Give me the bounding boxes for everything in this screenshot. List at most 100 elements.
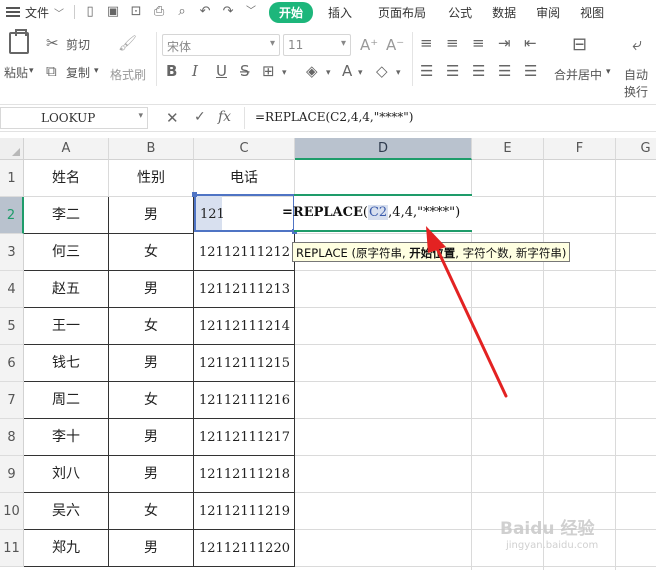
copy-icon[interactable]: ⧉ <box>46 62 57 80</box>
cell-c1[interactable]: 电话 <box>194 160 295 197</box>
cell-a6[interactable]: 钱七 <box>24 345 109 382</box>
align-right-icon[interactable]: ☰ <box>472 62 485 80</box>
paste-button[interactable]: 粘贴 <box>4 64 28 81</box>
column-header-e[interactable]: E <box>472 138 544 160</box>
cut-button[interactable]: 剪切 <box>66 36 90 53</box>
row-header-8[interactable]: 8 <box>0 419 24 456</box>
italic-button[interactable]: I <box>192 62 198 80</box>
column-header-b[interactable]: B <box>109 138 194 160</box>
cell-b10[interactable]: 女 <box>109 493 194 530</box>
formula-input[interactable]: =REPLACE(C2,4,4,"****") <box>244 107 656 129</box>
confirm-icon[interactable]: ✓ <box>194 109 206 125</box>
tab-data[interactable]: 数据 <box>483 4 525 21</box>
cell-editor[interactable]: =REPLACE(C2,4,4,"****") <box>282 205 460 220</box>
font-size-select[interactable]: 11 ▾ <box>283 34 351 56</box>
eraser-icon[interactable]: ◇ <box>376 62 388 80</box>
cell-b9[interactable]: 男 <box>109 456 194 493</box>
tab-review[interactable]: 审阅 <box>527 4 569 21</box>
cell-a10[interactable]: 吴六 <box>24 493 109 530</box>
tab-insert[interactable]: 插入 <box>319 4 361 21</box>
cell-b7[interactable]: 女 <box>109 382 194 419</box>
border-icon[interactable]: ⊞ <box>262 62 275 80</box>
cell-c6[interactable]: 12112111215 <box>194 345 295 382</box>
new-file-icon[interactable]: ▯ <box>83 5 97 19</box>
undo-icon[interactable]: ↶ <box>198 5 212 19</box>
bold-button[interactable]: B <box>166 62 177 80</box>
column-header-d[interactable]: D <box>295 138 472 160</box>
print-preview-icon[interactable]: ⌕ <box>175 5 189 19</box>
cell-a8[interactable]: 李十 <box>24 419 109 456</box>
tab-view[interactable]: 视图 <box>571 4 613 21</box>
cell-b4[interactable]: 男 <box>109 271 194 308</box>
cell-a2[interactable]: 李二 <box>24 197 109 234</box>
chevron-down-icon[interactable]: ▾ <box>358 64 363 82</box>
cancel-icon[interactable]: ✕ <box>166 109 179 127</box>
align-center-icon[interactable]: ☰ <box>446 62 459 80</box>
cell-c9[interactable]: 12112111218 <box>194 456 295 493</box>
cell-a5[interactable]: 王一 <box>24 308 109 345</box>
distribute-icon[interactable]: ☰ <box>524 62 537 80</box>
cell-a1[interactable]: 姓名 <box>24 160 109 197</box>
paste-icon[interactable] <box>9 29 29 54</box>
print-icon[interactable]: ⎙ <box>152 5 166 19</box>
cell-a7[interactable]: 周二 <box>24 382 109 419</box>
row-header-5[interactable]: 5 <box>0 308 24 345</box>
wrap-text-button[interactable]: 自动换行 <box>624 66 656 100</box>
row-header-6[interactable]: 6 <box>0 345 24 382</box>
cell-b8[interactable]: 男 <box>109 419 194 456</box>
cell-b6[interactable]: 男 <box>109 345 194 382</box>
export-icon[interactable]: ⊡ <box>129 5 143 19</box>
row-header-11[interactable]: 11 <box>0 530 24 567</box>
row-header-10[interactable]: 10 <box>0 493 24 530</box>
strikethrough-icon[interactable]: S̶ <box>240 62 250 80</box>
row-header-4[interactable]: 4 <box>0 271 24 308</box>
align-top-icon[interactable]: ≡ <box>420 34 433 52</box>
cell-a9[interactable]: 刘八 <box>24 456 109 493</box>
merge-center-button[interactable]: 合并居中 <box>554 66 602 83</box>
indent-icon[interactable]: ⇥ <box>498 34 511 52</box>
font-name-select[interactable]: 宋体 ▾ <box>162 34 280 56</box>
column-header-a[interactable]: A <box>24 138 109 160</box>
scissors-icon[interactable]: ✂ <box>46 34 59 52</box>
cell-b1[interactable]: 性别 <box>109 160 194 197</box>
chevron-down-icon[interactable]: ﹀ <box>244 5 258 19</box>
name-box[interactable]: LOOKUP ▾ <box>0 107 148 129</box>
merge-center-icon[interactable]: ⊟ <box>572 36 587 54</box>
cell-b2[interactable]: 男 <box>109 197 194 234</box>
cell-c5[interactable]: 12112111214 <box>194 308 295 345</box>
redo-icon[interactable]: ↷ <box>221 5 235 19</box>
cell-a3[interactable]: 何三 <box>24 234 109 271</box>
cell-a11[interactable]: 郑九 <box>24 530 109 567</box>
chevron-down-icon[interactable]: ﹀ <box>54 5 64 20</box>
cell-b5[interactable]: 女 <box>109 308 194 345</box>
chevron-down-icon[interactable]: ▾ <box>138 111 143 121</box>
tab-formulas[interactable]: 公式 <box>439 4 481 21</box>
chevron-down-icon[interactable]: ▾ <box>29 66 34 76</box>
cell-b3[interactable]: 女 <box>109 234 194 271</box>
chevron-down-icon[interactable]: ▾ <box>396 64 401 82</box>
chevron-down-icon[interactable]: ▾ <box>606 67 611 77</box>
row-header-7[interactable]: 7 <box>0 382 24 419</box>
justify-icon[interactable]: ☰ <box>498 62 511 80</box>
tab-home[interactable]: 开始 <box>269 1 314 23</box>
chevron-down-icon[interactable]: ▾ <box>94 66 99 76</box>
format-painter-icon[interactable]: 🖌 <box>118 34 137 52</box>
cell-c10[interactable]: 12112111219 <box>194 493 295 530</box>
increase-font-icon[interactable]: A⁺ <box>360 36 378 54</box>
file-menu[interactable]: 文件 <box>25 4 49 21</box>
row-header-1[interactable]: 1 <box>0 160 24 197</box>
column-header-g[interactable]: G <box>616 138 656 160</box>
format-painter-button[interactable]: 格式刷 <box>110 66 146 83</box>
chevron-down-icon[interactable]: ▾ <box>326 64 331 82</box>
row-header-3[interactable]: 3 <box>0 234 24 271</box>
wrap-text-icon[interactable]: ⤶ <box>632 36 642 54</box>
align-left-icon[interactable]: ☰ <box>420 62 433 80</box>
underline-button[interactable]: U <box>216 62 227 80</box>
align-middle-icon[interactable]: ≡ <box>446 34 459 52</box>
cell-c8[interactable]: 12112111217 <box>194 419 295 456</box>
cell-c7[interactable]: 12112111216 <box>194 382 295 419</box>
hamburger-menu-icon[interactable] <box>6 7 20 17</box>
row-header-2[interactable]: 2 <box>0 197 24 234</box>
decrease-font-icon[interactable]: A⁻ <box>386 36 404 54</box>
outdent-icon[interactable]: ⇤ <box>524 34 537 52</box>
